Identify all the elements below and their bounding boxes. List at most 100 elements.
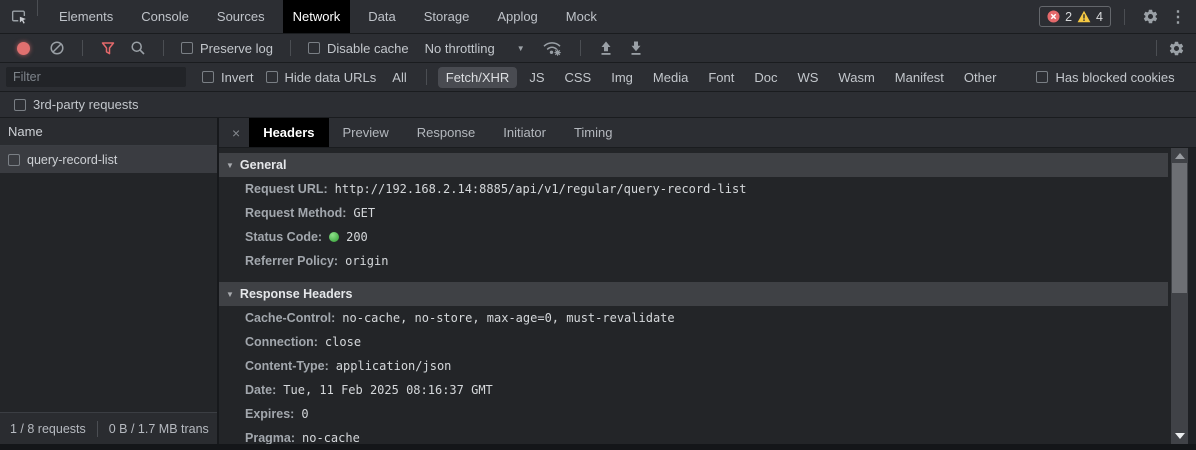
- detail-tab-preview[interactable]: Preview: [329, 118, 403, 147]
- divider: [426, 69, 427, 85]
- tab-storage[interactable]: Storage: [414, 0, 480, 33]
- inspect-element-button[interactable]: [6, 0, 30, 33]
- vertical-scrollbar[interactable]: [1171, 148, 1188, 444]
- has-blocked-cookies-checkbox[interactable]: Has blocked cookies: [1032, 70, 1178, 85]
- kebab-menu-icon[interactable]: ⋮: [1168, 0, 1188, 33]
- header-name: Content-Type:: [245, 359, 329, 373]
- filter-type-media[interactable]: Media: [645, 67, 696, 88]
- filter-right-group: Has blocked cookies Blocked Requests: [1032, 70, 1196, 85]
- window-bottom-edge: [0, 444, 1196, 450]
- clear-button[interactable]: [45, 34, 69, 62]
- issues-badge[interactable]: 2 4: [1039, 6, 1111, 27]
- tab-elements[interactable]: Elements: [49, 0, 123, 33]
- response-headers-section-header[interactable]: ▼ Response Headers: [219, 282, 1168, 306]
- filter-type-wasm[interactable]: Wasm: [830, 67, 882, 88]
- header-name: Request URL:: [245, 182, 328, 196]
- tab-sources[interactable]: Sources: [207, 0, 275, 33]
- header-value: application/json: [336, 359, 452, 373]
- tab-data[interactable]: Data: [358, 0, 405, 33]
- request-row[interactable]: query-record-list: [0, 146, 217, 174]
- hide-data-urls-label: Hide data URLs: [285, 70, 377, 85]
- transferred-size: 0 B / 1.7 MB trans: [109, 422, 209, 436]
- filter-input[interactable]: [6, 67, 186, 87]
- close-icon[interactable]: ×: [223, 118, 249, 147]
- scroll-up-icon[interactable]: [1171, 149, 1188, 163]
- invert-checkbox[interactable]: Invert: [198, 70, 258, 85]
- filter-type-js[interactable]: JS: [521, 67, 552, 88]
- detail-tab-initiator[interactable]: Initiator: [489, 118, 560, 147]
- has-blocked-cookies-label: Has blocked cookies: [1055, 70, 1174, 85]
- filter-type-ws[interactable]: WS: [789, 67, 826, 88]
- export-har-button[interactable]: [624, 34, 648, 62]
- filter-type-img[interactable]: Img: [603, 67, 641, 88]
- checkbox-icon: [14, 99, 26, 111]
- preserve-log-checkbox[interactable]: Preserve log: [177, 41, 277, 56]
- checkbox-icon: [308, 42, 320, 54]
- network-conditions-button[interactable]: [537, 34, 567, 62]
- header-value: origin: [345, 254, 388, 268]
- disable-cache-checkbox[interactable]: Disable cache: [304, 41, 413, 56]
- detail-tab-timing[interactable]: Timing: [560, 118, 627, 147]
- import-har-button[interactable]: [594, 34, 618, 62]
- header-value: close: [325, 335, 361, 349]
- network-toolbar: Preserve log Disable cache No throttling…: [0, 34, 1196, 63]
- header-row-request-method: Request Method:GET: [219, 201, 1196, 225]
- header-name: Request Method:: [245, 206, 346, 220]
- name-column-header[interactable]: Name: [0, 118, 217, 146]
- tab-network[interactable]: Network: [283, 0, 351, 33]
- divider: [290, 40, 291, 56]
- header-name: Expires:: [245, 407, 294, 421]
- throttling-value: No throttling: [425, 41, 495, 56]
- wifi-gear-icon: [541, 40, 563, 57]
- request-detail-panel: × Headers Preview Response Initiator Tim…: [219, 118, 1196, 444]
- record-icon[interactable]: [17, 42, 30, 55]
- hide-data-urls-checkbox[interactable]: Hide data URLs: [262, 70, 381, 85]
- divider: [580, 40, 581, 56]
- tab-applog[interactable]: Applog: [487, 0, 547, 33]
- throttling-select[interactable]: No throttling ▼: [419, 41, 531, 56]
- filter-type-font[interactable]: Font: [700, 67, 742, 88]
- scrollbar-thumb[interactable]: [1172, 163, 1187, 293]
- third-party-checkbox[interactable]: 3rd-party requests: [10, 97, 143, 112]
- checkbox-icon: [202, 71, 214, 83]
- tab-console[interactable]: Console: [131, 0, 199, 33]
- detail-tab-response[interactable]: Response: [403, 118, 490, 147]
- tab-mock[interactable]: Mock: [556, 0, 607, 33]
- search-button[interactable]: [126, 34, 150, 62]
- header-row-request-url: Request URL:http://192.168.2.14:8885/api…: [219, 177, 1196, 201]
- request-list: query-record-list: [0, 146, 217, 412]
- filter-type-other[interactable]: Other: [956, 67, 1005, 88]
- filter-type-css[interactable]: CSS: [557, 67, 600, 88]
- filter-type-doc[interactable]: Doc: [746, 67, 785, 88]
- divider: [82, 40, 83, 56]
- detail-tab-headers[interactable]: Headers: [249, 118, 328, 147]
- header-row-pragma: Pragma:no-cache: [219, 426, 1196, 444]
- network-settings-button[interactable]: [1164, 40, 1188, 57]
- devtools-window: Elements Console Sources Network Data St…: [0, 0, 1196, 450]
- chevron-down-icon: ▼: [517, 44, 525, 53]
- funnel-icon: [100, 41, 116, 56]
- search-icon: [130, 40, 146, 56]
- warning-icon: [1077, 10, 1091, 23]
- inspect-icon: [10, 8, 27, 25]
- filter-toggle-button[interactable]: [96, 34, 120, 62]
- filter-type-manifest[interactable]: Manifest: [887, 67, 952, 88]
- requests-summary-bar: 1 / 8 requests 0 B / 1.7 MB trans: [0, 412, 217, 444]
- checkbox-icon: [266, 71, 278, 83]
- scroll-down-icon[interactable]: [1171, 429, 1188, 443]
- panel-tabs: Elements Console Sources Network Data St…: [45, 0, 611, 33]
- divider: [37, 0, 38, 16]
- divider: [163, 40, 164, 56]
- gear-icon: [1142, 8, 1159, 25]
- section-title: Response Headers: [240, 287, 353, 301]
- triangle-down-icon: ▼: [226, 161, 234, 170]
- general-section-header[interactable]: ▼ General: [219, 153, 1168, 177]
- filter-type-all[interactable]: All: [384, 67, 414, 88]
- settings-button[interactable]: [1138, 0, 1162, 33]
- header-name: Date:: [245, 383, 276, 397]
- invert-label: Invert: [221, 70, 254, 85]
- headers-detail-body: ▼ General Request URL:http://192.168.2.1…: [219, 148, 1196, 444]
- header-row-date: Date:Tue, 11 Feb 2025 08:16:37 GMT: [219, 378, 1196, 402]
- filter-type-fetch-xhr[interactable]: Fetch/XHR: [438, 67, 518, 88]
- header-row-expires: Expires:0: [219, 402, 1196, 426]
